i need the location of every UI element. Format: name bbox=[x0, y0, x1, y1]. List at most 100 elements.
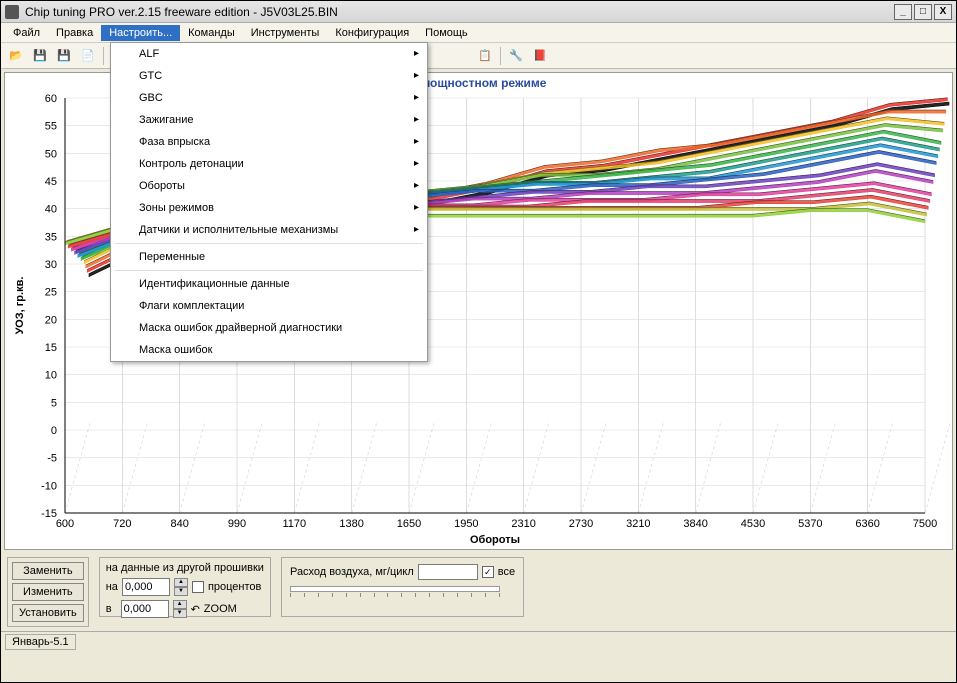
all-label: все bbox=[498, 566, 515, 578]
svg-text:-15: -15 bbox=[41, 508, 57, 520]
percent-label: процентов bbox=[208, 581, 261, 593]
air-slider[interactable] bbox=[290, 586, 500, 592]
help-icon[interactable]: 📕 bbox=[531, 47, 549, 65]
svg-text:840: 840 bbox=[170, 518, 188, 530]
dropdown-item-15[interactable]: Маска ошибок bbox=[111, 339, 427, 361]
svg-text:990: 990 bbox=[228, 518, 246, 530]
set-button[interactable]: Установить bbox=[12, 604, 84, 622]
dropdown-item-12[interactable]: Идентификационные данные bbox=[111, 273, 427, 295]
settings-dropdown: ALFGTCGBCЗажиганиеФаза впрыскаКонтроль д… bbox=[110, 42, 428, 362]
minimize-button[interactable]: _ bbox=[894, 4, 912, 20]
dropdown-item-5[interactable]: Контроль детонации bbox=[111, 153, 427, 175]
dropdown-item-3[interactable]: Зажигание bbox=[111, 109, 427, 131]
toolbar-separator bbox=[103, 47, 104, 65]
menu-Файл[interactable]: Файл bbox=[5, 25, 48, 41]
app-icon bbox=[5, 5, 19, 19]
window-titlebar: Chip tuning PRO ver.2.15 freeware editio… bbox=[1, 1, 956, 23]
svg-text:10: 10 bbox=[45, 370, 57, 382]
svg-text:50: 50 bbox=[45, 148, 57, 160]
save-icon[interactable]: 💾 bbox=[31, 47, 49, 65]
svg-text:УОЗ, гр.кв.: УОЗ, гр.кв. bbox=[14, 277, 26, 335]
svg-text:60: 60 bbox=[45, 93, 57, 105]
svg-text:5370: 5370 bbox=[798, 518, 822, 530]
status-cell: Январь-5.1 bbox=[5, 634, 76, 650]
v-input[interactable] bbox=[121, 600, 169, 618]
air-fieldset: Расход воздуха, мг/цикл ✓ все bbox=[281, 557, 524, 617]
dropdown-item-4[interactable]: Фаза впрыска bbox=[111, 131, 427, 153]
na-spinner[interactable]: ▲▼ bbox=[174, 578, 188, 596]
svg-text:25: 25 bbox=[45, 287, 57, 299]
percent-checkbox[interactable] bbox=[192, 581, 204, 593]
other-firmware-label: на данные из другой прошивки bbox=[106, 562, 264, 574]
air-label: Расход воздуха, мг/цикл bbox=[290, 566, 414, 578]
svg-text:15: 15 bbox=[45, 342, 57, 354]
action-buttons: Заменить Изменить Установить bbox=[7, 557, 89, 627]
menu-Команды[interactable]: Команды bbox=[180, 25, 243, 41]
air-input[interactable] bbox=[418, 564, 478, 580]
svg-text:2310: 2310 bbox=[511, 518, 535, 530]
svg-text:7500: 7500 bbox=[913, 518, 937, 530]
svg-text:40: 40 bbox=[45, 204, 57, 216]
dropdown-item-1[interactable]: GTC bbox=[111, 65, 427, 87]
slider-ticks bbox=[290, 593, 500, 597]
statusbar: Январь-5.1 bbox=[1, 631, 956, 651]
na-input[interactable] bbox=[122, 578, 170, 596]
svg-text:1170: 1170 bbox=[283, 518, 307, 530]
saveas-icon[interactable]: 📄 bbox=[79, 47, 97, 65]
dropdown-item-0[interactable]: ALF bbox=[111, 43, 427, 65]
svg-text:5: 5 bbox=[51, 397, 57, 409]
svg-text:720: 720 bbox=[113, 518, 131, 530]
v-spinner[interactable]: ▲▼ bbox=[173, 600, 187, 618]
dropdown-separator bbox=[115, 270, 423, 271]
dropdown-item-2[interactable]: GBC bbox=[111, 87, 427, 109]
svg-text:Обороты: Обороты bbox=[470, 534, 520, 546]
replace-button[interactable]: Заменить bbox=[12, 562, 84, 580]
close-button[interactable]: X bbox=[934, 4, 952, 20]
svg-text:1950: 1950 bbox=[454, 518, 478, 530]
dropdown-item-8[interactable]: Датчики и исполнительные механизмы bbox=[111, 219, 427, 241]
na-label: на bbox=[106, 581, 118, 593]
window-title: Chip tuning PRO ver.2.15 freeware editio… bbox=[25, 5, 892, 19]
menu-Помощь[interactable]: Помощь bbox=[417, 25, 476, 41]
svg-text:30: 30 bbox=[45, 259, 57, 271]
svg-text:-5: -5 bbox=[47, 453, 57, 465]
svg-text:4530: 4530 bbox=[741, 518, 765, 530]
svg-text:2730: 2730 bbox=[569, 518, 593, 530]
clipboard-icon[interactable]: 📋 bbox=[476, 47, 494, 65]
change-button[interactable]: Изменить bbox=[12, 583, 84, 601]
menu-Конфигурация[interactable]: Конфигурация bbox=[327, 25, 417, 41]
tool-icon-1[interactable]: 🔧 bbox=[507, 47, 525, 65]
svg-text:-10: -10 bbox=[41, 480, 57, 492]
svg-text:1380: 1380 bbox=[339, 518, 363, 530]
menubar: ФайлПравкаНастроить...КомандыИнструменты… bbox=[1, 23, 956, 43]
svg-text:35: 35 bbox=[45, 231, 57, 243]
bottom-panel: Заменить Изменить Установить на данные и… bbox=[1, 553, 956, 631]
open-icon[interactable]: 📂 bbox=[7, 47, 25, 65]
dropdown-item-14[interactable]: Маска ошибок драйверной диагностики bbox=[111, 317, 427, 339]
svg-text:20: 20 bbox=[45, 314, 57, 326]
toolbar-separator-2 bbox=[500, 47, 501, 65]
dropdown-separator bbox=[115, 243, 423, 244]
value-fieldset: на данные из другой прошивки на ▲▼ проце… bbox=[99, 557, 271, 617]
svg-text:3210: 3210 bbox=[626, 518, 650, 530]
svg-text:3840: 3840 bbox=[683, 518, 707, 530]
menu-Настроить...[interactable]: Настроить... bbox=[101, 25, 180, 41]
all-checkbox[interactable]: ✓ bbox=[482, 566, 494, 578]
dropdown-item-7[interactable]: Зоны режимов bbox=[111, 197, 427, 219]
dropdown-item-10[interactable]: Переменные bbox=[111, 246, 427, 268]
menu-Инструменты[interactable]: Инструменты bbox=[243, 25, 328, 41]
dropdown-item-6[interactable]: Обороты bbox=[111, 175, 427, 197]
svg-text:1650: 1650 bbox=[397, 518, 421, 530]
menu-Правка[interactable]: Правка bbox=[48, 25, 101, 41]
svg-text:0: 0 bbox=[51, 425, 57, 437]
svg-text:600: 600 bbox=[56, 518, 74, 530]
svg-text:6360: 6360 bbox=[855, 518, 879, 530]
svg-text:45: 45 bbox=[45, 176, 57, 188]
undo-icon[interactable]: ↶ bbox=[191, 603, 200, 616]
v-label: в bbox=[106, 603, 117, 615]
svg-text:55: 55 bbox=[45, 121, 57, 133]
maximize-button[interactable]: □ bbox=[914, 4, 932, 20]
save-all-icon[interactable]: 💾 bbox=[55, 47, 73, 65]
dropdown-item-13[interactable]: Флаги комплектации bbox=[111, 295, 427, 317]
zoom-button[interactable]: ZOOM bbox=[204, 603, 237, 615]
